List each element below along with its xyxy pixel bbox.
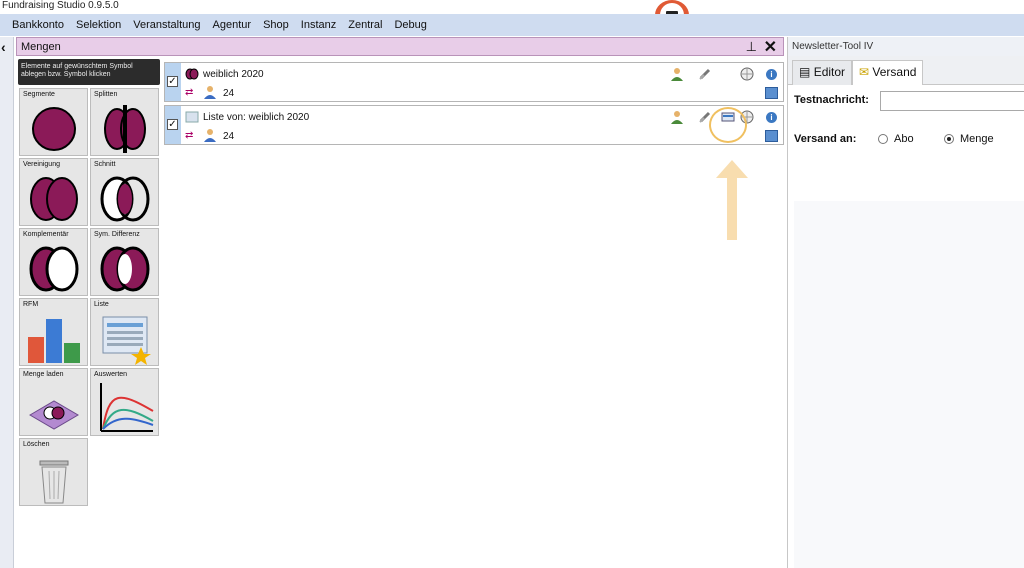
menu-agentur[interactable]: Agentur [213, 19, 252, 31]
tab-editor[interactable]: ▤ Editor [792, 60, 853, 85]
split-icon [185, 68, 199, 80]
close-icon[interactable]: ✕ [764, 37, 777, 57]
set-item-checkbox[interactable]: ✓ [167, 76, 178, 87]
sym-difference-icon [100, 246, 150, 292]
list-icon [102, 316, 151, 365]
info-icon[interactable]: i [766, 69, 777, 80]
transfer-icon[interactable]: ⇄ [185, 87, 193, 98]
set-item-name: weiblich 2020 [203, 69, 264, 80]
transfer-icon[interactable]: ⇄ [185, 130, 193, 141]
menu-bankkonto[interactable]: Bankkonto [12, 19, 64, 31]
tool-sym-differenz[interactable]: Sym. Differenz [90, 228, 159, 296]
split-icon [104, 105, 146, 153]
tab-versand[interactable]: ✉ Versand [852, 60, 924, 86]
tool-schnitt[interactable]: Schnitt [90, 158, 159, 226]
versand-content-area [794, 201, 1024, 568]
tool-loeschen[interactable]: Löschen [19, 438, 88, 506]
evaluate-chart-icon [100, 383, 154, 432]
tool-splitten[interactable]: Splitten [90, 88, 159, 156]
tool-komplementaer[interactable]: Komplementär [19, 228, 88, 296]
menu-veranstaltung[interactable]: Veranstaltung [133, 19, 200, 31]
mengen-list: ✓ weiblich 2020 ⇄ 24 i ✓ Liste von: weib… [164, 59, 784, 568]
toolbox-hint: Elemente auf gewünschtem Symbol ablegen … [18, 59, 160, 85]
tool-liste[interactable]: Liste [90, 298, 159, 366]
versand-form: Testnachricht: Versand an: Abo Menge [788, 85, 1024, 568]
save-icon[interactable] [765, 130, 778, 142]
newsletter-panel-title: Newsletter-Tool IV [788, 37, 1024, 56]
radio-menge[interactable]: Menge [944, 133, 994, 145]
load-set-icon [29, 400, 79, 430]
info-icon[interactable]: i [766, 112, 777, 123]
tool-rfm[interactable]: RFM [19, 298, 88, 366]
menu-instanz[interactable]: Instanz [301, 19, 336, 31]
menu-zentral[interactable]: Zentral [348, 19, 382, 31]
radio-abo[interactable]: Abo [878, 133, 914, 145]
set-item-count: 24 [223, 131, 235, 142]
menu-bar: Bankkonto Selektion Veranstaltung Agentu… [0, 14, 1024, 36]
set-item[interactable]: ✓ Liste von: weiblich 2020 ⇄ 24 i [164, 105, 784, 145]
intersection-icon [100, 176, 150, 222]
person-icon [204, 129, 216, 142]
testnachricht-input[interactable] [880, 91, 1024, 111]
complement-icon [29, 246, 79, 292]
envelope-icon: ✉ [859, 65, 870, 79]
pin-icon[interactable]: ⊥ [746, 39, 757, 55]
menu-selektion[interactable]: Selektion [76, 19, 121, 31]
tool-menge-laden[interactable]: Menge laden [19, 368, 88, 436]
mengen-panel-header: Mengen ⊥ ✕ [16, 37, 784, 56]
list-icon [185, 111, 199, 123]
menu-shop[interactable]: Shop [263, 19, 289, 31]
collapsed-side-panel: ‹ [0, 37, 14, 568]
tool-auswerten[interactable]: Auswerten [90, 368, 159, 436]
link-icon[interactable] [698, 67, 712, 81]
add-person-icon[interactable] [670, 67, 684, 81]
person-icon [204, 86, 216, 99]
union-icon [30, 177, 78, 221]
pointer-arrow-icon [716, 160, 748, 240]
tool-vereinigung[interactable]: Vereinigung [19, 158, 88, 226]
trash-icon [39, 460, 69, 504]
tool-segmente[interactable]: Segmente [19, 88, 88, 156]
newsletter-panel: Newsletter-Tool IV ▤ Editor ✉ Versand Te… [787, 37, 1024, 568]
bar-chart-icon [28, 319, 80, 363]
testnachricht-label: Testnachricht: [794, 94, 869, 106]
collapse-left-icon[interactable]: ‹ [1, 39, 6, 55]
set-item[interactable]: ✓ weiblich 2020 ⇄ 24 i [164, 62, 784, 102]
add-person-icon[interactable] [670, 110, 684, 124]
versand-an-label: Versand an: [794, 133, 857, 145]
set-item-count: 24 [223, 88, 235, 99]
click-highlight-ring [709, 107, 747, 143]
mengen-panel-title: Mengen [21, 40, 61, 53]
set-item-name: Liste von: weiblich 2020 [203, 112, 310, 123]
menu-debug[interactable]: Debug [394, 19, 426, 31]
set-item-checkbox[interactable]: ✓ [167, 119, 178, 130]
editor-icon: ▤ [799, 65, 811, 79]
save-icon[interactable] [765, 87, 778, 99]
globe-icon[interactable] [740, 67, 754, 81]
segment-icon [32, 107, 76, 151]
window-title: Fundraising Studio 0.9.5.0 [0, 0, 1024, 14]
set-operations-toolbox: Elemente auf gewünschtem Symbol ablegen … [18, 59, 164, 568]
newsletter-tabs: ▤ Editor ✉ Versand [788, 56, 1024, 86]
